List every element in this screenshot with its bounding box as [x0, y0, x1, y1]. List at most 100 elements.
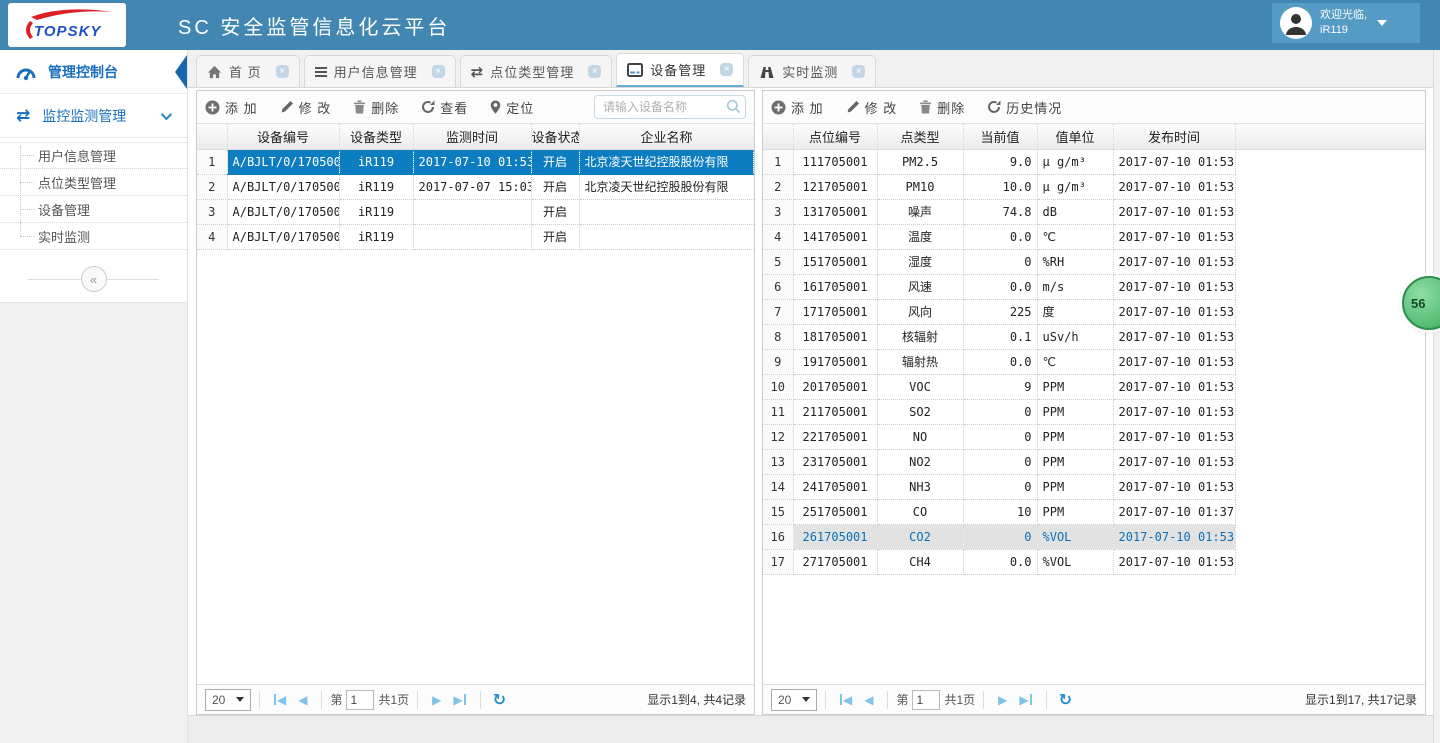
cell[interactable]: 0 [963, 424, 1037, 449]
cell[interactable]: 0 [963, 474, 1037, 499]
table-row[interactable]: 2121705001PM1010.0μ g/m³2017-07-10 01:53… [763, 174, 1425, 199]
cell[interactable]: 131705001 [793, 199, 877, 224]
cell[interactable]: 2017-07-10 01:53:22 [413, 149, 531, 174]
search-icon[interactable] [726, 99, 741, 119]
cell[interactable]: 181705001 [793, 324, 877, 349]
cell[interactable]: PPM [1037, 499, 1113, 524]
table-row[interactable]: 8181705001核辐射0.1uSv/h2017-07-10 01:53:21 [763, 324, 1425, 349]
next-page-button[interactable] [432, 693, 441, 707]
cell[interactable]: 2017-07-10 01:53:21 [1113, 549, 1235, 574]
cell[interactable] [413, 224, 531, 249]
cell[interactable]: 开启 [531, 224, 579, 249]
cell[interactable]: 241705001 [793, 474, 877, 499]
cell[interactable]: 2017-07-10 01:53:21 [1113, 424, 1235, 449]
cell[interactable]: 2017-07-10 01:53:22 [1113, 224, 1235, 249]
column-header[interactable]: 点类型 [877, 124, 963, 149]
cell[interactable]: SO2 [877, 399, 963, 424]
collapse-sidebar-button[interactable] [81, 266, 107, 292]
cell[interactable]: 2017-07-07 15:03:05 [413, 174, 531, 199]
cell[interactable]: iR119 [339, 149, 413, 174]
cell[interactable]: 9.0 [963, 149, 1037, 174]
last-page-button[interactable] [1019, 693, 1031, 707]
edit-button[interactable]: 修 改 [846, 98, 898, 117]
cell[interactable]: A/BJLT/0/1705002 [227, 174, 339, 199]
cell[interactable]: VOC [877, 374, 963, 399]
column-header[interactable]: 设备编号 [227, 124, 339, 149]
close-tab-icon[interactable] [432, 65, 445, 78]
last-page-button[interactable] [453, 693, 465, 707]
sidebar-item-console[interactable]: 管理控制台 [0, 50, 187, 94]
cell[interactable]: 221705001 [793, 424, 877, 449]
cell[interactable]: μ g/m³ [1037, 149, 1113, 174]
cell[interactable]: PM2.5 [877, 149, 963, 174]
cell[interactable]: 171705001 [793, 299, 877, 324]
sidebar-item-user-info[interactable]: 用户信息管理 [0, 142, 187, 169]
cell[interactable]: %RH [1037, 249, 1113, 274]
cell[interactable]: 191705001 [793, 349, 877, 374]
cell[interactable]: 风向 [877, 299, 963, 324]
cell[interactable]: 2017-07-10 01:53:21 [1113, 349, 1235, 374]
column-header[interactable]: 企业名称 [579, 124, 754, 149]
cell[interactable]: 2017-07-10 01:53:21 [1113, 474, 1235, 499]
close-tab-icon[interactable] [276, 65, 289, 78]
cell[interactable]: 风速 [877, 274, 963, 299]
first-page-button[interactable] [840, 693, 852, 707]
close-tab-icon[interactable] [588, 65, 601, 78]
cell[interactable]: PPM [1037, 374, 1113, 399]
cell[interactable]: A/BJLT/0/1705001 [227, 149, 339, 174]
cell[interactable]: 211705001 [793, 399, 877, 424]
cell[interactable]: 2017-07-10 01:53:22 [1113, 399, 1235, 424]
cell[interactable]: 0.0 [963, 349, 1037, 374]
cell[interactable]: 10.0 [963, 174, 1037, 199]
cell[interactable]: 2017-07-10 01:53:22 [1113, 249, 1235, 274]
cell[interactable]: 0 [963, 249, 1037, 274]
delete-button[interactable]: 删除 [919, 98, 965, 117]
column-header[interactable]: 发布时间 [1113, 124, 1235, 149]
column-header[interactable]: 设备状态 [531, 124, 579, 149]
cell[interactable]: 2017-07-10 01:53:22 [1113, 149, 1235, 174]
view-button[interactable]: 查看 [421, 98, 468, 117]
table-row[interactable]: 14241705001NH30PPM2017-07-10 01:53:21 [763, 474, 1425, 499]
cell[interactable] [579, 224, 754, 249]
cell[interactable]: PM10 [877, 174, 963, 199]
cell[interactable]: 2017-07-10 01:53:22 [1113, 199, 1235, 224]
tab-point-type[interactable]: 点位类型管理 [460, 55, 613, 87]
chevron-down-icon[interactable] [1377, 20, 1387, 26]
column-header[interactable]: 值单位 [1037, 124, 1113, 149]
column-header[interactable]: 点位编号 [793, 124, 877, 149]
cell[interactable]: iR119 [339, 174, 413, 199]
cell[interactable]: PPM [1037, 399, 1113, 424]
cell[interactable]: NO2 [877, 449, 963, 474]
cell[interactable]: NH3 [877, 474, 963, 499]
table-row[interactable]: 9191705001辐射热0.0℃2017-07-10 01:53:21 [763, 349, 1425, 374]
cell[interactable]: 2017-07-10 01:53:21 [1113, 274, 1235, 299]
cell[interactable]: μ g/m³ [1037, 174, 1113, 199]
cell[interactable]: 2017-07-10 01:53:22 [1113, 524, 1235, 549]
cell[interactable]: 261705001 [793, 524, 877, 549]
cell[interactable]: PPM [1037, 474, 1113, 499]
tab-realtime[interactable]: 实时监测 [748, 55, 876, 87]
chevron-down-icon[interactable] [161, 108, 172, 119]
cell[interactable] [413, 199, 531, 224]
close-tab-icon[interactable] [720, 63, 733, 76]
search-input[interactable] [594, 95, 746, 119]
cell[interactable]: A/BJLT/0/1705004 [227, 224, 339, 249]
cell[interactable]: 251705001 [793, 499, 877, 524]
column-header[interactable]: 设备类型 [339, 124, 413, 149]
sidebar-item-realtime[interactable]: 实时监测 [0, 223, 187, 250]
cell[interactable]: 201705001 [793, 374, 877, 399]
cell[interactable]: 温度 [877, 224, 963, 249]
cell[interactable]: 0.0 [963, 274, 1037, 299]
cell[interactable]: NO [877, 424, 963, 449]
add-button[interactable]: 添 加 [205, 98, 258, 117]
cell[interactable]: CH4 [877, 549, 963, 574]
cell[interactable]: A/BJLT/0/1705003 [227, 199, 339, 224]
cell[interactable]: CO2 [877, 524, 963, 549]
cell[interactable]: 10 [963, 499, 1037, 524]
close-tab-icon[interactable] [852, 65, 865, 78]
cell[interactable]: 231705001 [793, 449, 877, 474]
tab-user-info[interactable]: 用户信息管理 [304, 55, 456, 87]
cell[interactable]: uSv/h [1037, 324, 1113, 349]
cell[interactable]: 271705001 [793, 549, 877, 574]
table-row[interactable]: 3A/BJLT/0/1705003iR119开启 [197, 199, 754, 224]
